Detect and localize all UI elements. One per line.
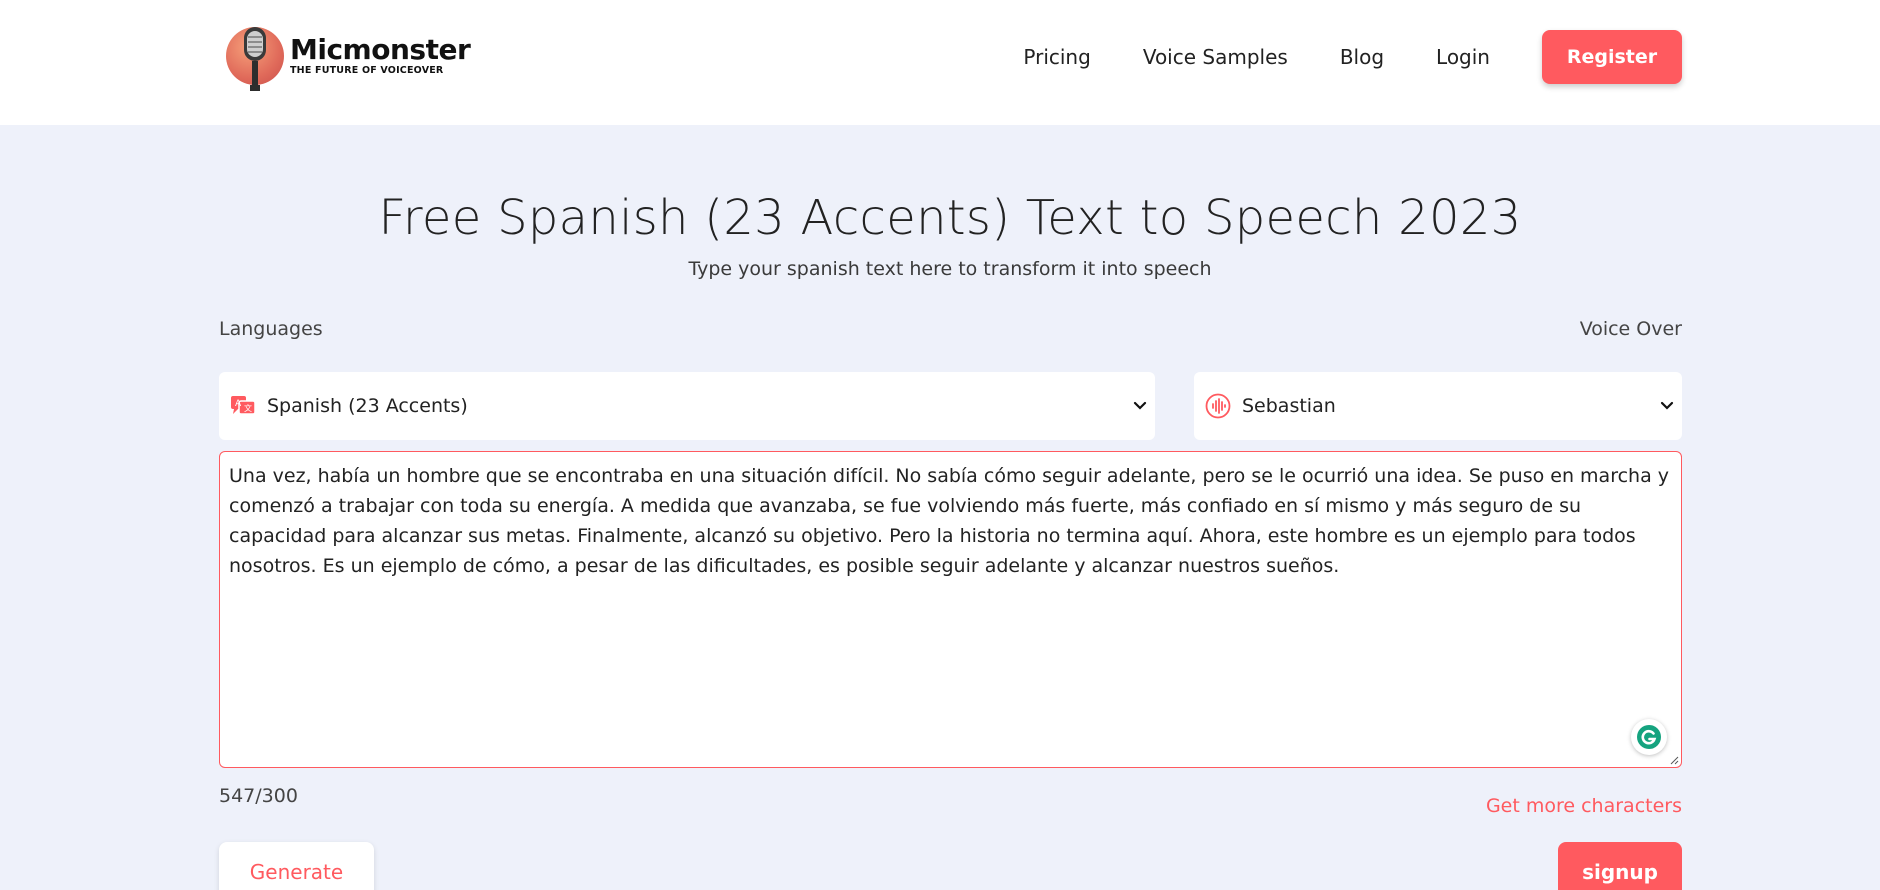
voice-select-value: Sebastian bbox=[1242, 395, 1336, 417]
chevron-down-icon bbox=[1660, 401, 1674, 410]
brand-tagline: THE FUTURE OF VOICEOVER bbox=[290, 65, 444, 76]
languages-label: Languages bbox=[219, 318, 323, 340]
svg-text:文: 文 bbox=[244, 403, 252, 413]
text-input[interactable]: Una vez, había un hombre que se encontra… bbox=[219, 451, 1682, 768]
get-more-characters-link[interactable]: Get more characters bbox=[1486, 795, 1682, 817]
generate-button[interactable]: Generate bbox=[219, 842, 374, 890]
brand-logo[interactable]: Micmonster THE FUTURE OF VOICEOVER bbox=[226, 20, 471, 92]
language-select-value: Spanish (23 Accents) bbox=[267, 395, 468, 417]
nav-pricing[interactable]: Pricing bbox=[1023, 45, 1090, 69]
translate-icon: A 文 bbox=[229, 392, 257, 420]
site-header: Micmonster THE FUTURE OF VOICEOVER Prici… bbox=[0, 0, 1880, 125]
grammarly-icon[interactable] bbox=[1631, 719, 1667, 755]
nav-voice-samples[interactable]: Voice Samples bbox=[1143, 45, 1288, 69]
resize-handle-icon[interactable] bbox=[1669, 755, 1679, 765]
microphone-logo-icon bbox=[226, 27, 284, 91]
page-subtitle: Type your spanish text here to transform… bbox=[688, 258, 1212, 280]
chevron-down-icon bbox=[1133, 401, 1147, 410]
voice-over-label: Voice Over bbox=[1579, 318, 1682, 340]
character-counter: 547/300 bbox=[219, 785, 298, 807]
nav-login[interactable]: Login bbox=[1436, 45, 1490, 69]
svg-text:A: A bbox=[235, 399, 242, 409]
brand-name: Micmonster bbox=[290, 33, 471, 66]
main-nav: Pricing Voice Samples Blog Login Registe… bbox=[1023, 30, 1682, 84]
signup-button[interactable]: signup bbox=[1558, 842, 1682, 890]
language-select[interactable]: A 文 Spanish (23 Accents) bbox=[219, 372, 1155, 440]
sound-wave-icon bbox=[1204, 392, 1232, 420]
page-title: Free Spanish (23 Accents) Text to Speech… bbox=[378, 190, 1522, 246]
register-button[interactable]: Register bbox=[1542, 30, 1682, 84]
nav-blog[interactable]: Blog bbox=[1340, 45, 1384, 69]
voice-select[interactable]: Sebastian bbox=[1194, 372, 1682, 440]
